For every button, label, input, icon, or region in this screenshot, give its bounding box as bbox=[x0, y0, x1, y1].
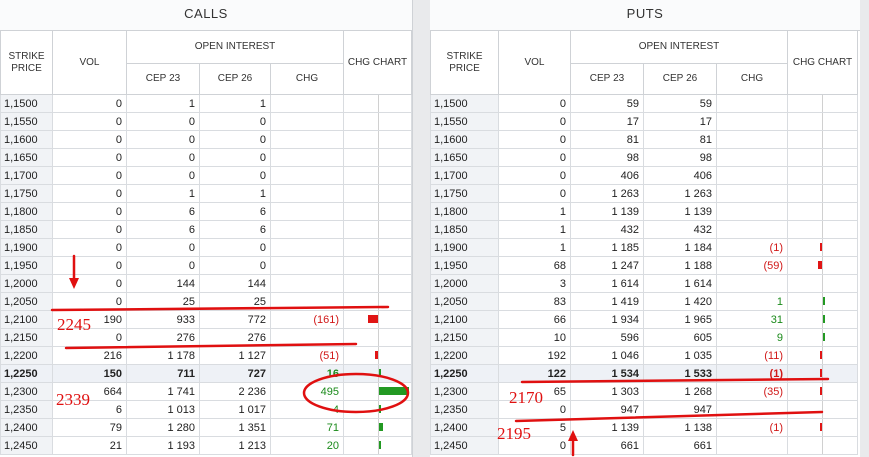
annotation-line-puts-upper bbox=[520, 377, 830, 384]
annotation-circle bbox=[302, 372, 410, 414]
annotation-line-calls-upper bbox=[50, 305, 390, 312]
annotation-line-puts-lower bbox=[514, 410, 824, 423]
annotation-puts-upper: 2170 bbox=[509, 388, 543, 407]
annotation-puts-lower: 2195 bbox=[497, 424, 531, 443]
annotation-calls-upper: 2245 bbox=[57, 315, 91, 334]
annotation-calls-lower: 2339 bbox=[56, 390, 90, 409]
annotation-overlay bbox=[50, 254, 830, 457]
annotation-line-calls-lower bbox=[64, 342, 358, 350]
